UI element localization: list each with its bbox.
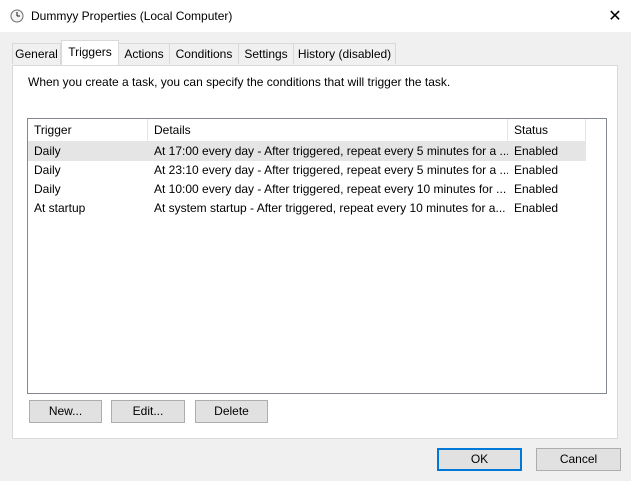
clock-icon (10, 9, 24, 23)
column-header-status[interactable]: Status (508, 119, 586, 141)
list-header: Trigger Details Status (28, 119, 586, 142)
close-icon: ✕ (608, 8, 622, 25)
title-bar: Dummyy Properties (Local Computer) ✕ (0, 0, 631, 32)
row-trigger: Daily (34, 182, 61, 196)
tab-history[interactable]: History (disabled) (293, 43, 396, 64)
row-status: Enabled (514, 163, 559, 177)
column-header-details[interactable]: Details (148, 119, 508, 141)
tab-conditions[interactable]: Conditions (169, 43, 239, 64)
close-button[interactable]: ✕ (599, 0, 631, 32)
new-trigger-button[interactable]: New... (29, 400, 102, 423)
row-status: Enabled (514, 182, 559, 196)
panel-description: When you create a task, you can specify … (28, 75, 451, 89)
triggers-list[interactable]: Trigger Details Status Daily At 17:00 ev… (27, 118, 607, 394)
cancel-button[interactable]: Cancel (536, 448, 621, 471)
triggers-panel: When you create a task, you can specify … (12, 65, 618, 439)
ok-button[interactable]: OK (437, 448, 522, 471)
tab-general[interactable]: General (12, 43, 61, 64)
table-row[interactable]: Daily At 23:10 every day - After trigger… (28, 161, 586, 180)
column-header-trigger[interactable]: Trigger (28, 119, 148, 141)
tab-actions[interactable]: Actions (118, 43, 170, 64)
row-details: At 23:10 every day - After triggered, re… (154, 163, 508, 177)
row-details: At system startup - After triggered, rep… (154, 201, 506, 215)
row-details: At 10:00 every day - After triggered, re… (154, 182, 507, 196)
delete-trigger-button[interactable]: Delete (195, 400, 268, 423)
row-trigger: Daily (34, 163, 61, 177)
row-status: Enabled (514, 144, 559, 158)
row-status: Enabled (514, 201, 559, 215)
table-row[interactable]: Daily At 10:00 every day - After trigger… (28, 180, 586, 199)
edit-trigger-button[interactable]: Edit... (111, 400, 185, 423)
row-trigger: Daily (34, 144, 61, 158)
tab-settings[interactable]: Settings (238, 43, 294, 64)
row-trigger: At startup (34, 201, 86, 215)
table-row[interactable]: Daily At 17:00 every day - After trigger… (28, 142, 586, 161)
dialog-body: General Triggers Actions Conditions Sett… (0, 32, 631, 481)
tab-triggers[interactable]: Triggers (61, 40, 119, 65)
table-row[interactable]: At startup At system startup - After tri… (28, 199, 586, 218)
window-title: Dummyy Properties (Local Computer) (31, 9, 233, 23)
row-details: At 17:00 every day - After triggered, re… (154, 144, 508, 158)
